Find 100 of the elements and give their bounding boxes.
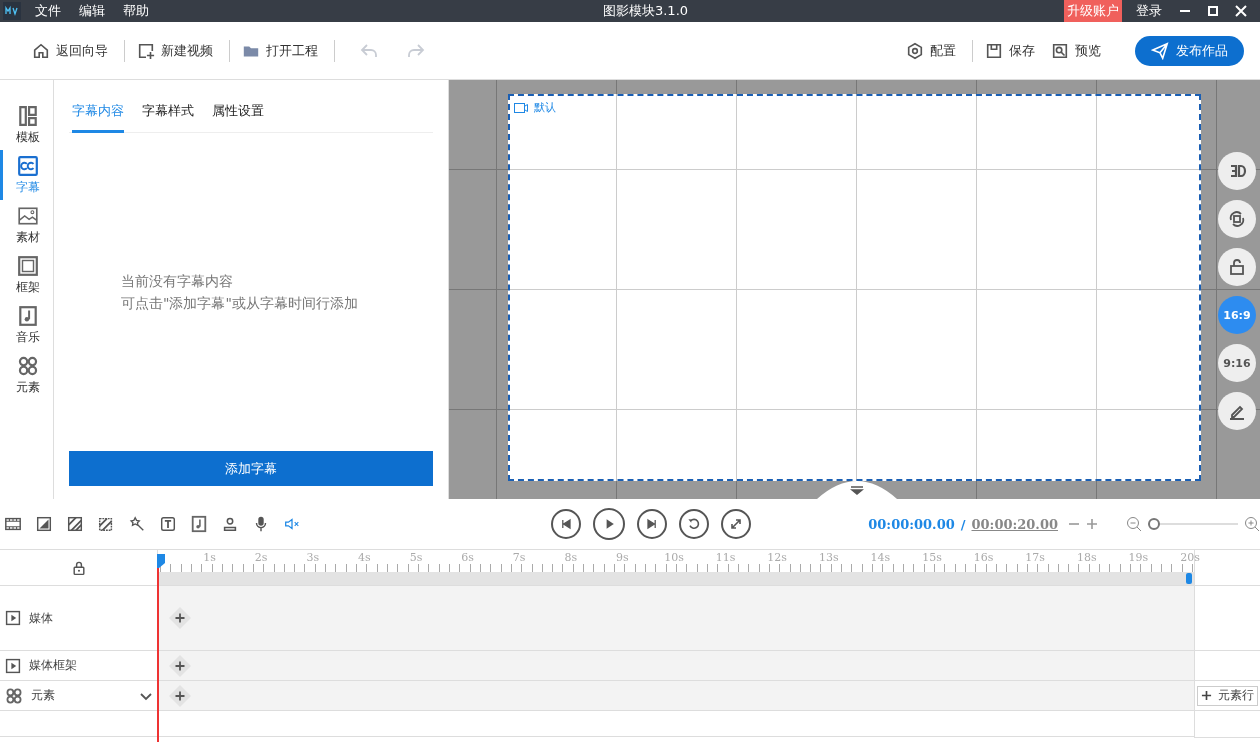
add-subtitle-button[interactable]: 添加字幕 xyxy=(69,451,433,486)
ruler-label: 20s xyxy=(1180,551,1200,564)
aspect-ratio-button[interactable]: 9:16 xyxy=(1218,344,1256,382)
stage-label: 默认 xyxy=(534,100,556,115)
half-square-icon[interactable] xyxy=(35,515,53,533)
slider-thumb[interactable] xyxy=(1148,518,1161,530)
sidebar-label: 音乐 xyxy=(16,328,40,346)
text-icon[interactable] xyxy=(159,515,177,533)
collapse-tab-icon[interactable] xyxy=(817,481,897,499)
plus-icon xyxy=(1201,690,1212,701)
sidebar-item[interactable]: 音乐 xyxy=(0,300,53,350)
play-box-icon xyxy=(5,657,21,674)
sidebar-label: 框架 xyxy=(16,278,40,296)
lock-icon[interactable] xyxy=(70,559,87,576)
menu-item[interactable]: 编辑 xyxy=(79,2,105,20)
maximize-icon[interactable] xyxy=(1207,5,1219,17)
replay-button[interactable] xyxy=(679,509,710,539)
next-button[interactable] xyxy=(637,509,668,539)
toolbar-button[interactable]: 打开工程 xyxy=(242,41,326,60)
round-button[interactable] xyxy=(1218,152,1256,190)
app-logo-icon xyxy=(3,2,21,20)
sidebar-label: 模板 xyxy=(16,128,40,146)
round-button[interactable] xyxy=(1218,200,1256,238)
tab[interactable]: 属性设置 xyxy=(212,102,264,133)
add-clip-icon[interactable] xyxy=(168,606,192,630)
tab[interactable]: 字幕样式 xyxy=(142,102,194,133)
previous-button[interactable] xyxy=(551,509,582,539)
ruler-label: 8s xyxy=(564,551,578,564)
ruler-label: 4s xyxy=(358,551,371,564)
mute-icon[interactable] xyxy=(283,515,301,533)
current-time: 00:00:00.00 xyxy=(868,516,955,532)
toolbar-button[interactable]: 配置 xyxy=(906,41,964,60)
sidebar-item[interactable]: 模板 xyxy=(0,100,53,150)
ruler-label: 19s xyxy=(1128,551,1149,564)
add-clip-icon[interactable] xyxy=(168,653,192,678)
toolbar-button[interactable]: 预览 xyxy=(1051,41,1109,60)
track-label: 媒体框架 xyxy=(29,657,77,674)
end-handle[interactable] xyxy=(1186,573,1192,584)
toolbar-button[interactable]: 新建视频 xyxy=(137,41,221,60)
save-icon xyxy=(985,41,1003,60)
ruler-label: 16s xyxy=(973,551,994,564)
circles-icon xyxy=(17,354,39,377)
track-label: 媒体 xyxy=(29,609,53,627)
preview-icon xyxy=(1051,41,1069,60)
close-icon[interactable] xyxy=(1235,5,1247,17)
sidebar-item[interactable]: 字幕 xyxy=(0,150,53,200)
ruler-label: 3s xyxy=(306,551,320,564)
sidebar-item[interactable]: 元素 xyxy=(0,350,53,400)
frame-icon xyxy=(17,254,39,277)
tab[interactable]: 字幕内容 xyxy=(72,102,124,133)
ruler-label: 12s xyxy=(767,551,787,564)
captions-icon xyxy=(17,154,39,177)
menu-item[interactable]: 帮助 xyxy=(123,2,149,20)
toolbar-button[interactable]: 保存 xyxy=(985,41,1043,60)
zoom-out-icon[interactable] xyxy=(1126,516,1142,532)
sidebar-item[interactable]: 素材 xyxy=(0,200,53,250)
zoom-in-icon[interactable] xyxy=(1244,516,1260,532)
round-button[interactable] xyxy=(1218,392,1256,430)
empty-message: 当前没有字幕内容 xyxy=(121,272,234,291)
sidebar-label: 素材 xyxy=(16,228,40,246)
settings-icon xyxy=(906,41,924,60)
add-clip-icon[interactable] xyxy=(168,683,192,708)
round-button[interactable] xyxy=(1218,248,1256,286)
ruler-label: 15s xyxy=(922,551,942,564)
sidebar-item[interactable]: 框架 xyxy=(0,250,53,300)
camera-icon xyxy=(514,102,528,113)
ruler-label: 9s xyxy=(616,551,629,564)
toolbar-button[interactable]: 返回向导 xyxy=(32,41,116,60)
plus-icon[interactable] xyxy=(1086,518,1098,530)
circles-icon xyxy=(5,686,23,705)
publish-button[interactable]: 发布作品 xyxy=(1135,35,1244,66)
ruler-label: 5s xyxy=(409,551,423,564)
ruler-label: 17s xyxy=(1025,551,1045,564)
time-separator: / xyxy=(960,516,966,532)
login-link[interactable]: 登录 xyxy=(1136,2,1162,20)
empty-message: 可点击"添加字幕"或从字幕时间行添加 xyxy=(121,294,359,313)
ruler-label: 14s xyxy=(870,551,891,564)
expand-button[interactable] xyxy=(721,509,752,539)
ruler-label: 10s xyxy=(664,551,684,564)
add-row-button[interactable]: 元素行 xyxy=(1197,685,1258,706)
dotted-square-icon[interactable] xyxy=(97,515,115,533)
image-icon xyxy=(17,204,39,227)
layout-icon xyxy=(17,104,39,127)
playhead[interactable] xyxy=(157,554,165,742)
play-button[interactable] xyxy=(593,508,626,540)
new-file-icon xyxy=(137,41,155,60)
paper-plane-icon xyxy=(1151,41,1169,60)
striped-square-icon[interactable] xyxy=(66,515,84,533)
music-note-icon[interactable] xyxy=(190,515,208,533)
home-icon xyxy=(32,41,50,60)
person-icon[interactable] xyxy=(221,515,239,533)
play-box-icon xyxy=(5,610,21,626)
ruler-label: 13s xyxy=(818,551,839,564)
total-time[interactable]: 00:00:20.00 xyxy=(971,516,1058,532)
menu-item[interactable]: 文件 xyxy=(35,2,61,20)
film-icon[interactable] xyxy=(4,515,22,533)
sidebar-label: 字幕 xyxy=(16,178,40,196)
unlock-icon xyxy=(1227,257,1247,277)
magic-wand-icon[interactable] xyxy=(128,515,146,533)
ruler-label: 1s xyxy=(203,551,216,564)
